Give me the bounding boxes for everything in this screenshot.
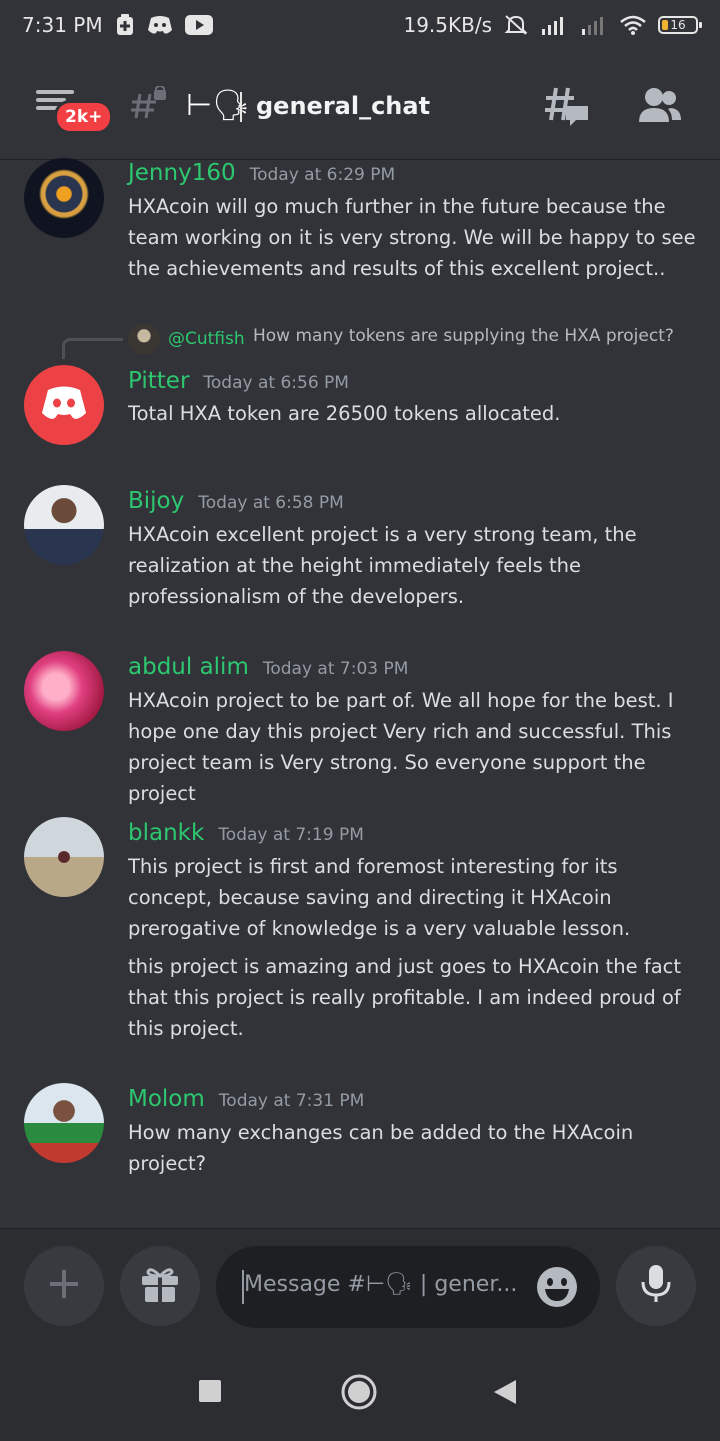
timestamp: Today at 7:19 PM [218,825,364,845]
message-text-continued: this project is amazing and just goes to… [128,955,682,1040]
reply-avatar[interactable] [128,323,160,355]
battery-indicator: 16 [658,16,702,34]
channel-name[interactable]: general_chat [256,92,430,120]
emoji-picker-icon[interactable] [536,1266,578,1312]
avatar[interactable] [24,485,104,565]
add-attachment-button[interactable] [24,1246,104,1326]
wifi-icon [620,15,646,35]
timestamp: Today at 6:29 PM [249,165,396,185]
discord-logo-icon [40,385,88,425]
username[interactable]: Jenny160 [128,160,236,186]
avatar[interactable] [24,365,104,445]
battery-level: 16 [670,18,686,32]
avatar[interactable] [24,158,104,238]
avatar[interactable] [24,817,104,897]
voice-message-button[interactable] [616,1246,696,1326]
locked-hashtag-icon [130,85,168,128]
username[interactable]: Bijoy [128,488,184,514]
mute-alarm-icon [504,14,528,36]
message-placeholder: Message #⊢🗣 | gener... [244,1272,518,1297]
signal-icon [540,15,568,35]
gift-icon [140,1264,180,1308]
username[interactable]: abdul alim [128,654,249,680]
reply-connector [62,338,123,359]
unread-badge: 2k+ [54,100,114,134]
avatar[interactable] [24,1083,104,1163]
back-nav-button[interactable] [492,1378,518,1410]
message-text: HXAcoin excellent project is a very stro… [128,523,637,608]
username[interactable]: Pitter [128,368,189,394]
message-text: This project is first and foremost inter… [128,855,631,940]
clock: 7:31 PM [22,13,103,37]
gift-button[interactable] [120,1246,200,1326]
timestamp: Today at 7:03 PM [262,659,409,679]
message-composer: Message #⊢🗣 | gener... [0,1228,720,1441]
message-text: HXAcoin project to be part of. We all ho… [128,689,674,805]
signal-2-icon [580,15,608,35]
status-bar: 7:31 PM 19.5KB/s 16 [0,0,720,50]
channel-separator [240,92,242,122]
plus-icon [48,1268,80,1304]
threads-icon[interactable] [544,84,590,132]
channel-header: 2k+ ⊢🗣 general_chat [0,50,720,160]
message-text: How many exchanges can be added to the H… [128,1121,634,1175]
youtube-icon [184,15,213,35]
username[interactable]: Molom [128,1086,205,1112]
members-icon[interactable] [638,86,682,130]
timestamp: Today at 7:31 PM [218,1091,365,1111]
timestamp: Today at 6:58 PM [198,493,344,513]
message-input[interactable]: Message #⊢🗣 | gener... [216,1246,600,1328]
recents-nav-button[interactable] [198,1379,222,1407]
message-text: HXAcoin will go much further in the futu… [128,195,696,280]
microphone-icon [641,1264,671,1308]
battery-saver-icon [115,14,135,36]
timestamp: Today at 6:56 PM [203,373,349,393]
username[interactable]: blankk [128,820,204,846]
network-speed: 19.5KB/s [403,13,492,37]
home-nav-button[interactable] [340,1373,378,1415]
message-text: Total HXA token are 26500 tokens allocat… [128,402,561,425]
reply-username[interactable]: @Cutfish [168,329,245,349]
discord-icon [147,15,173,35]
avatar[interactable] [24,651,104,731]
reply-preview[interactable]: How many tokens are supplying the HXA pr… [253,326,674,346]
